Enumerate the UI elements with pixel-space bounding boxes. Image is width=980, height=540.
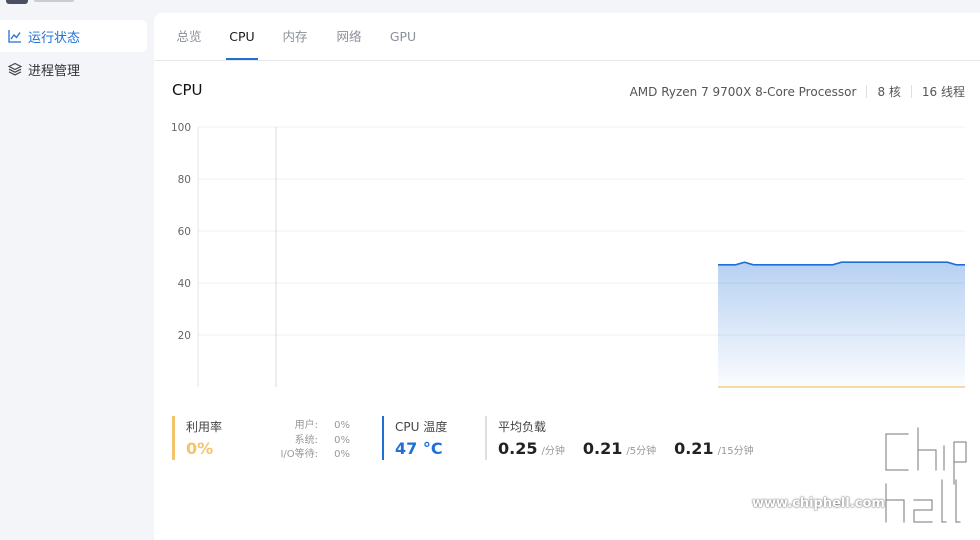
- stats-bar: 利用率 0% 用户: 0% 系统: 0% I/O等待: 0% CPU 温度 47 °C…: [154, 416, 980, 464]
- y-tick-label: 80: [178, 174, 191, 186]
- load-values: 0.25/分钟 0.21/5分钟 0.21/15分钟: [498, 439, 785, 458]
- load-5min-unit: /5分钟: [626, 446, 657, 457]
- watermark-text: www.chiphell.com: [752, 496, 885, 511]
- main-panel: 总览 CPU 内存 网络 GPU CPU AMD Ryzen 7 9700X 8…: [154, 13, 980, 540]
- layers-icon: [7, 61, 23, 77]
- y-tick-label: 20: [178, 330, 191, 342]
- usage-area-fill: [718, 262, 965, 387]
- load-1min-unit: /分钟: [541, 446, 565, 457]
- cpu-usage-chart: 20 40 60 80 100: [171, 122, 965, 388]
- load-average-stat: 平均负载 0.25/分钟 0.21/5分钟 0.21/15分钟: [485, 416, 785, 460]
- load-15min-unit: /15分钟: [717, 446, 754, 457]
- y-tick-label: 100: [171, 122, 191, 134]
- line-chart-icon: [7, 28, 23, 44]
- sidebar-item-processes[interactable]: 进程管理: [0, 53, 147, 85]
- sidebar-item-status[interactable]: 运行状态: [0, 20, 147, 52]
- temperature-value: 47 °C: [395, 439, 443, 458]
- usage-stat: 利用率 0% 用户: 0% 系统: 0% I/O等待: 0%: [172, 416, 362, 460]
- sidebar-item-label: 运行状态: [28, 30, 81, 46]
- breakdown-row-iowait: I/O等待: 0%: [280, 449, 350, 460]
- app-logo: [6, 0, 28, 4]
- temperature-stat: CPU 温度 47 °C: [382, 416, 472, 460]
- breakdown-row-user: 用户: 0%: [294, 420, 350, 431]
- usage-breakdown: 用户: 0% 系统: 0% I/O等待: 0%: [270, 419, 350, 463]
- load-average-label: 平均负载: [498, 420, 547, 434]
- load-5min-value: 0.21: [582, 439, 623, 458]
- sidebar: 运行状态 进程管理: [0, 0, 154, 540]
- load-15min-value: 0.21: [674, 439, 714, 458]
- y-tick-label: 60: [178, 226, 191, 238]
- temperature-label: CPU 温度: [395, 420, 448, 434]
- sidebar-item-label: 进程管理: [28, 63, 81, 79]
- load-1min-value: 0.25: [498, 439, 538, 458]
- chiphell-watermark-logo: [884, 426, 968, 524]
- app-title: [34, 0, 74, 2]
- y-tick-label: 40: [178, 278, 191, 290]
- breakdown-row-system: 系统: 0%: [294, 434, 350, 446]
